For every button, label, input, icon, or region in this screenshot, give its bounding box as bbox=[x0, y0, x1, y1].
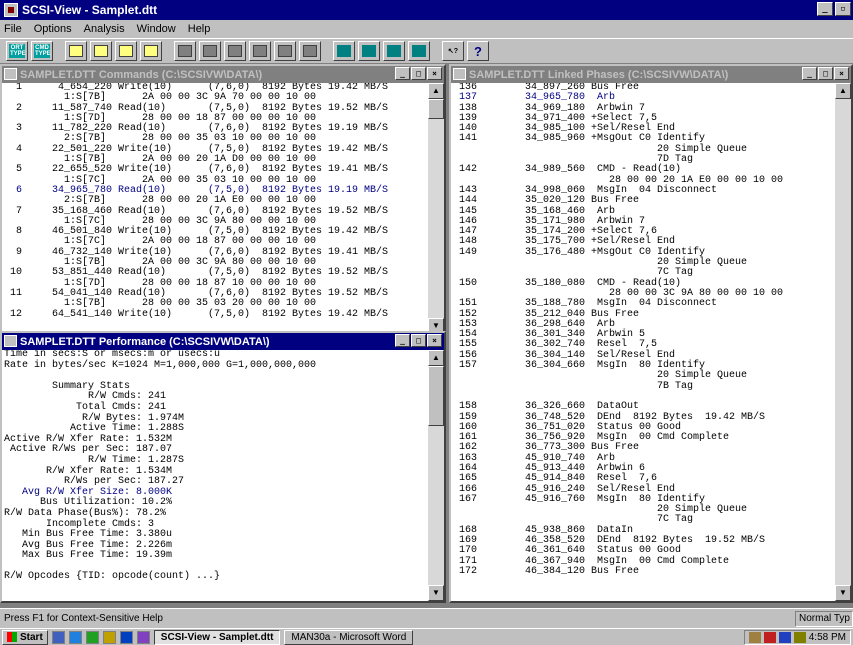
list-row[interactable]: Time in secs:S or msecs:m or usecs:u bbox=[4, 350, 428, 361]
status-bar: Press F1 for Context-Sensitive Help Norm… bbox=[0, 608, 853, 628]
linked-phases-list[interactable]: 136 34_897_260 Bus Free 137 34_965_780 A… bbox=[451, 83, 835, 601]
find-icon[interactable] bbox=[358, 41, 380, 61]
view-button-2[interactable] bbox=[90, 41, 112, 61]
linked-phases-window: SAMPLET.DTT Linked Phases (C:\SCSIVW\DAT… bbox=[449, 64, 853, 603]
task-scsi-view[interactable]: SCSI-View - Samplet.dtt bbox=[153, 629, 281, 645]
print-preview-icon[interactable] bbox=[408, 41, 430, 61]
cmd-type-button[interactable]: CMD TYPE bbox=[31, 41, 53, 61]
quicklaunch-icon-1[interactable] bbox=[51, 630, 65, 644]
taskbar: Start SCSI-View - Samplet.dtt MAN30a - M… bbox=[0, 628, 853, 645]
mdi-workspace: SAMPLET.DTT Commands (C:\SCSIVW\DATA\) _… bbox=[0, 64, 853, 608]
scroll-up-arrow-icon[interactable]: ▲ bbox=[428, 83, 444, 99]
ort-type-button[interactable]: ORT TYPE bbox=[6, 41, 28, 61]
list-row[interactable]: Total Cmds: 241 bbox=[4, 402, 428, 414]
menu-file[interactable]: File bbox=[4, 23, 22, 35]
commands-window-titlebar[interactable]: SAMPLET.DTT Commands (C:\SCSIVW\DATA\) _… bbox=[2, 66, 444, 83]
clock[interactable]: 4:58 PM bbox=[809, 632, 846, 643]
tray-icon[interactable] bbox=[748, 632, 761, 643]
disabled-button-4[interactable] bbox=[249, 41, 271, 61]
window-icon[interactable] bbox=[4, 68, 17, 80]
copy-icon[interactable] bbox=[333, 41, 355, 61]
menu-options[interactable]: Options bbox=[34, 23, 72, 35]
list-row[interactable]: 172 46_384_120 Bus Free bbox=[453, 566, 835, 577]
view-button-3[interactable] bbox=[115, 41, 137, 61]
performance-window: SAMPLET.DTT Performance (C:\SCSIVW\DATA\… bbox=[0, 331, 446, 603]
windows-logo-icon bbox=[7, 632, 17, 642]
menu-help[interactable]: Help bbox=[188, 23, 211, 35]
minimize-button[interactable]: _ bbox=[817, 2, 833, 16]
disabled-button-3[interactable] bbox=[224, 41, 246, 61]
maximize-button[interactable]: □ bbox=[411, 334, 426, 347]
list-row[interactable]: Rate in bytes/sec K=1024 M=1,000,000 G=1… bbox=[4, 360, 428, 372]
disabled-button-5[interactable] bbox=[274, 41, 296, 61]
context-help-icon[interactable]: ↖? bbox=[442, 41, 464, 61]
app-titlebar[interactable]: SCSI-View - Samplet.dtt _ ▫ bbox=[0, 0, 853, 20]
tray-icon[interactable] bbox=[778, 632, 791, 643]
commands-window: SAMPLET.DTT Commands (C:\SCSIVW\DATA\) _… bbox=[0, 64, 446, 336]
tray-icon[interactable] bbox=[763, 632, 776, 643]
minimize-button[interactable]: _ bbox=[395, 67, 410, 80]
task-word[interactable]: MAN30a - Microsoft Word bbox=[284, 629, 414, 645]
app-icon[interactable] bbox=[4, 3, 18, 17]
commands-window-title: SAMPLET.DTT Commands (C:\SCSIVW\DATA\) bbox=[20, 68, 263, 81]
quicklaunch-icon-4[interactable] bbox=[102, 630, 116, 644]
minimize-button[interactable]: _ bbox=[395, 334, 410, 347]
list-row[interactable]: 158 36_326_660 DataOut bbox=[453, 401, 835, 412]
linked-phases-window-title: SAMPLET.DTT Linked Phases (C:\SCSIVW\DAT… bbox=[469, 68, 729, 81]
print-icon[interactable] bbox=[383, 41, 405, 61]
help-icon[interactable]: ? bbox=[467, 41, 489, 61]
performance-stats[interactable]: Time in secs:S or msecs:m or usecs:u Rate… bbox=[2, 350, 428, 601]
quicklaunch-icon-2[interactable] bbox=[68, 630, 82, 644]
performance-window-title: SAMPLET.DTT Performance (C:\SCSIVW\DATA\… bbox=[20, 335, 270, 348]
toolbar: ORT TYPE CMD TYPE ↖? ? bbox=[0, 38, 853, 64]
linked-phases-scrollbar[interactable]: ▲ ▼ bbox=[835, 83, 851, 601]
speaker-icon[interactable] bbox=[793, 632, 806, 643]
close-button[interactable]: × bbox=[427, 67, 442, 80]
scroll-thumb[interactable] bbox=[428, 99, 444, 119]
restore-button[interactable]: ▫ bbox=[835, 2, 851, 16]
start-button[interactable]: Start bbox=[2, 629, 48, 645]
window-icon[interactable] bbox=[453, 68, 466, 80]
scroll-up-arrow-icon[interactable]: ▲ bbox=[428, 350, 444, 366]
list-row[interactable]: 1:S[7B] 28 00 00 35 03 20 00 00 10 00 bbox=[4, 298, 428, 309]
linked-phases-window-titlebar[interactable]: SAMPLET.DTT Linked Phases (C:\SCSIVW\DAT… bbox=[451, 66, 851, 83]
minimize-button[interactable]: _ bbox=[802, 67, 817, 80]
quicklaunch-icon-3[interactable] bbox=[85, 630, 99, 644]
view-button-1[interactable] bbox=[65, 41, 87, 61]
commands-scrollbar[interactable]: ▲ ▼ bbox=[428, 83, 444, 334]
maximize-button[interactable]: □ bbox=[818, 67, 833, 80]
scroll-up-arrow-icon[interactable]: ▲ bbox=[835, 83, 851, 99]
quicklaunch-icon-5[interactable] bbox=[119, 630, 133, 644]
status-mode: Normal Typ bbox=[795, 611, 853, 627]
performance-scrollbar[interactable]: ▲ ▼ bbox=[428, 350, 444, 601]
status-help-text: Press F1 for Context-Sensitive Help bbox=[4, 613, 163, 624]
performance-window-titlebar[interactable]: SAMPLET.DTT Performance (C:\SCSIVW\DATA\… bbox=[2, 333, 444, 350]
scroll-thumb[interactable] bbox=[428, 366, 444, 426]
scroll-down-arrow-icon[interactable]: ▼ bbox=[835, 585, 851, 601]
quicklaunch-icon-6[interactable] bbox=[136, 630, 150, 644]
list-row[interactable]: R/W Opcodes {TID: opcode(count) ...} bbox=[4, 572, 428, 583]
scroll-down-arrow-icon[interactable]: ▼ bbox=[428, 585, 444, 601]
list-row[interactable]: R/W Data Phase(Bus%): 78.2% bbox=[4, 508, 428, 520]
list-row[interactable]: R/W Time: 1.287S bbox=[4, 455, 428, 467]
window-icon[interactable] bbox=[4, 335, 17, 347]
disabled-button-6[interactable] bbox=[299, 41, 321, 61]
list-row[interactable]: 12 64_541_140 Write(10) (7,5,0) 8192 Byt… bbox=[4, 309, 428, 320]
menubar: File Options Analysis Window Help bbox=[0, 20, 853, 38]
system-tray: 4:58 PM bbox=[743, 630, 851, 645]
list-row[interactable]: 7B Tag bbox=[453, 381, 835, 392]
close-button[interactable]: × bbox=[427, 334, 442, 347]
disabled-button-2[interactable] bbox=[199, 41, 221, 61]
disabled-button-1[interactable] bbox=[174, 41, 196, 61]
menu-analysis[interactable]: Analysis bbox=[84, 23, 125, 35]
commands-list[interactable]: 1 4_654_220 Write(10) (7,6,0) 8192 Bytes… bbox=[2, 83, 428, 334]
close-button[interactable]: × bbox=[834, 67, 849, 80]
menu-window[interactable]: Window bbox=[137, 23, 176, 35]
app-title: SCSI-View - Samplet.dtt bbox=[22, 3, 158, 17]
list-row[interactable]: Max Bus Free Time: 19.39m bbox=[4, 551, 428, 562]
view-button-4[interactable] bbox=[140, 41, 162, 61]
list-row[interactable]: 151 35_188_780 MsgIn 04 Disconnect bbox=[453, 298, 835, 309]
maximize-button[interactable]: □ bbox=[411, 67, 426, 80]
